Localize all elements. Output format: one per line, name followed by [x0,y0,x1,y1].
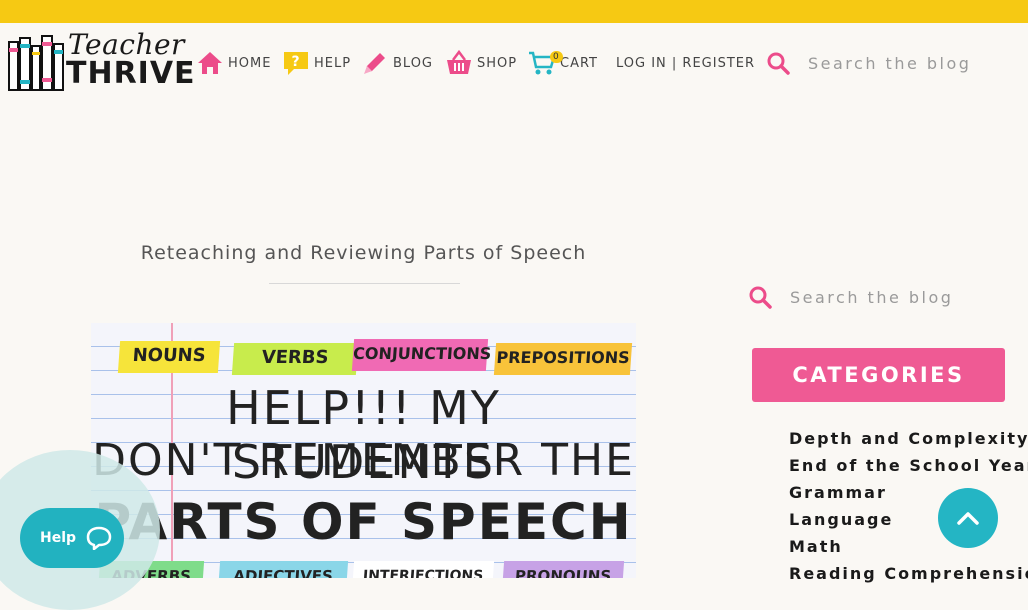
nav-blog-label: BLOG [393,55,434,71]
header-search [766,48,1016,78]
post-featured-image[interactable]: NOUNS VERBS CONJUNCTIONS PREPOSITIONS HE… [91,323,636,578]
category-link[interactable]: Math [789,534,1028,561]
back-to-top-button[interactable] [938,488,998,548]
help-widget-label: Help [40,530,77,546]
sidebar-search [748,282,1018,312]
sidebar-search-input[interactable] [788,286,992,308]
tag-interjections: INTERJECTIONS [351,561,495,578]
tag-verbs: VERBS [231,343,359,375]
tag-conjunctions: CONJUNCTIONS [351,339,492,371]
nav-home[interactable]: HOME [196,48,271,78]
categories-header: CATEGORIES [752,348,1005,402]
books-logo-icon [8,35,64,91]
home-icon [198,52,222,74]
category-link[interactable]: Reading Comprehension [789,561,1028,588]
hero-line-2: DON'T REMEMBER THE [92,435,635,486]
help-bubble-icon: ? [284,52,308,75]
nav-shop[interactable]: SHOP [445,48,517,78]
help-widget-button[interactable]: Help [20,508,124,568]
nav-help[interactable]: ? HELP [282,48,351,78]
post-title[interactable]: Reteaching and Reviewing Parts of Speech [91,242,636,264]
shop-basket-icon [447,49,471,74]
nav-login-label: LOG IN | REGISTER [616,55,756,71]
title-divider [269,283,460,284]
category-link[interactable]: Depth and Complexity [789,426,1028,453]
chat-bubble-icon [86,526,112,550]
nav-help-label: HELP [314,55,352,71]
header-search-input[interactable] [806,52,1010,74]
site-logo[interactable]: Teacher THRIVE [8,28,195,94]
nav-cart[interactable]: 0 CART [528,48,598,78]
top-announcement-bar [0,0,1028,23]
hero-line-3: PARTS OF SPEECH [94,493,633,551]
nav-blog[interactable]: BLOG [361,48,433,78]
tag-pronouns: PRONOUNS [501,561,625,578]
tag-nouns: NOUNS [117,341,221,373]
chevron-up-icon [957,512,979,525]
tag-prepositions: PREPOSITIONS [493,343,633,375]
categories-title: CATEGORIES [792,363,965,387]
cart-count-badge: 0 [550,51,563,63]
pencil-icon [364,53,385,74]
nav-home-label: HOME [228,55,272,71]
sidebar-search-icon[interactable] [748,285,772,309]
svg-text:?: ? [291,54,300,70]
search-icon[interactable] [766,51,790,75]
tag-adjectives: ADJECTIVES [217,561,349,578]
nav-cart-label: CART [560,55,598,71]
nav-shop-label: SHOP [477,55,518,71]
nav-login-register[interactable]: LOG IN | REGISTER [616,48,755,78]
logo-text-thrive: THRIVE [66,56,196,91]
category-link[interactable]: End of the School Year [789,453,1028,480]
